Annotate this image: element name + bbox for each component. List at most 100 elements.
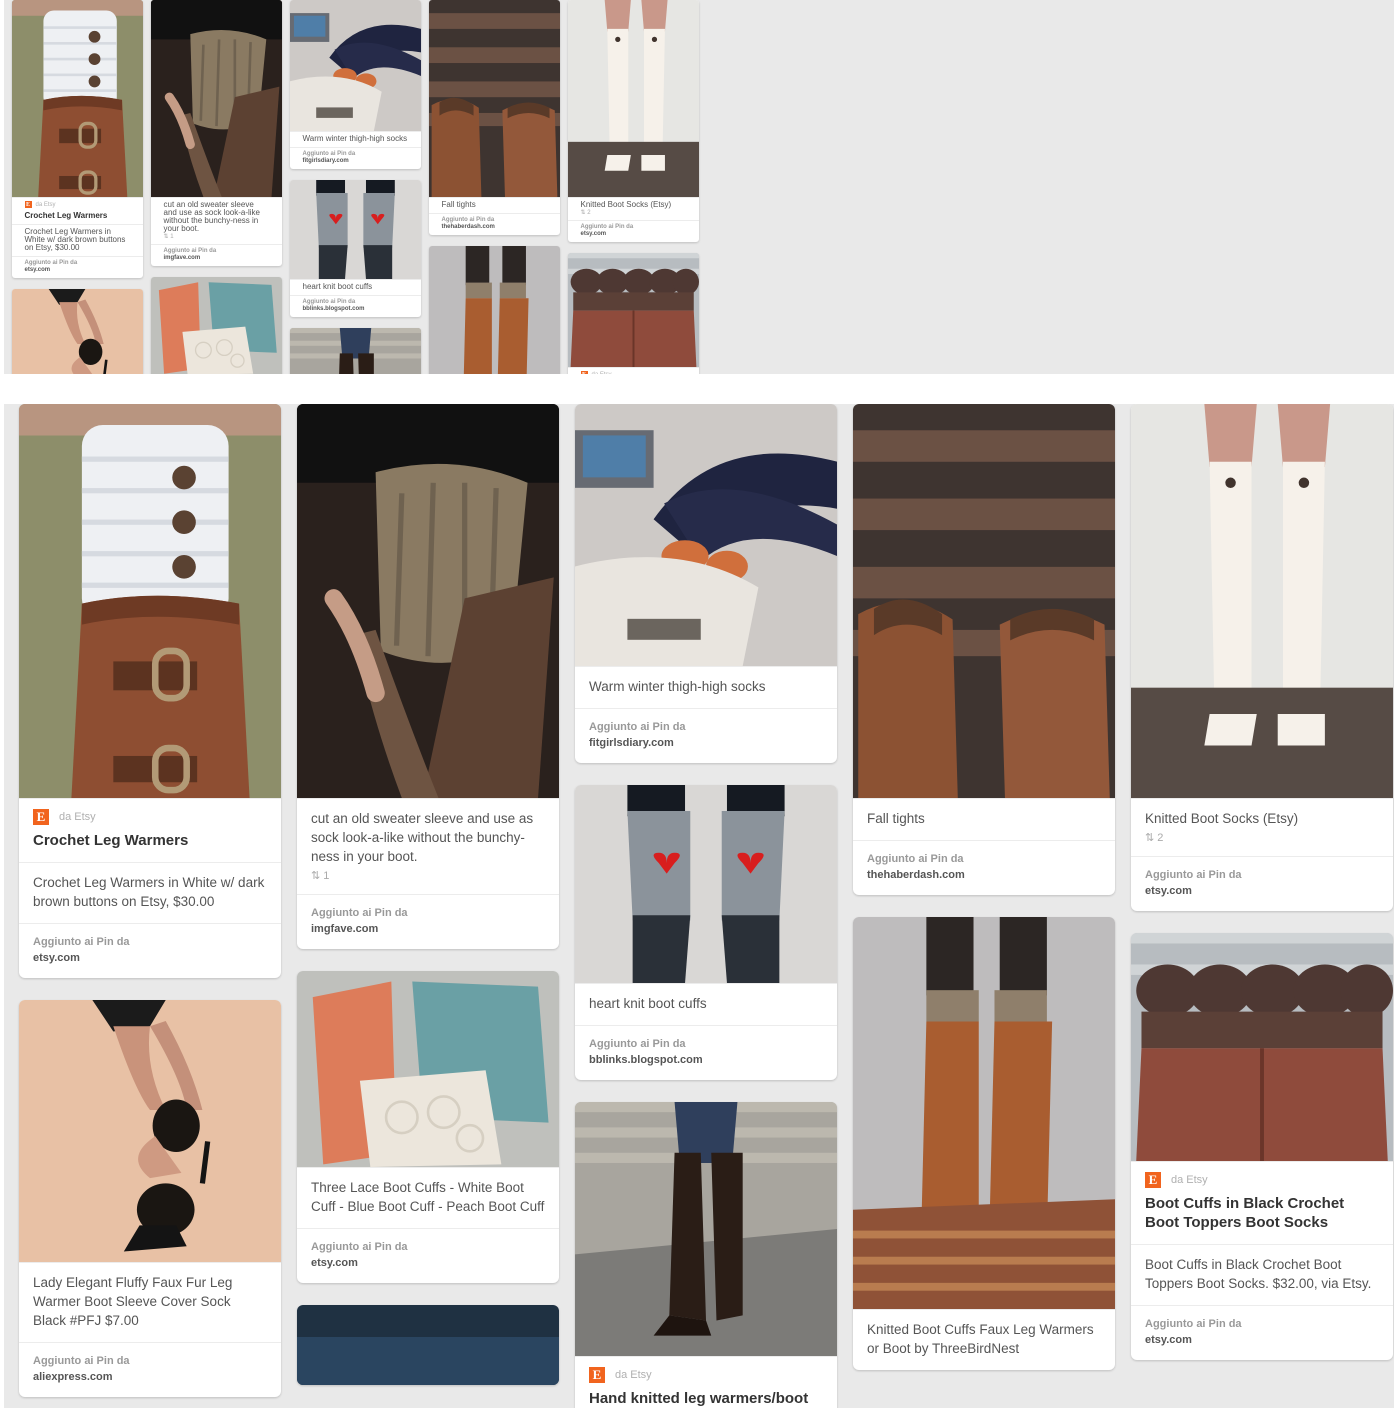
source-label[interactable]: da Etsy [59,811,96,823]
repin-count[interactable]: ⇅ 1 [164,233,269,240]
pin-image[interactable] [428,0,560,197]
etsy-e-icon: E [33,809,49,825]
pin-image[interactable] [19,1000,281,1262]
pin-card[interactable]: cut an old sweater sleeve and use as soc… [150,0,282,266]
pin-card[interactable]: Three Lace Boot Cuffs - White Boot Cuff … [150,277,282,374]
pin-description-section: Fall tights [428,197,560,213]
pin-image[interactable] [575,1102,837,1356]
source-row: Eda Etsy [580,371,686,375]
pin-description: Crochet Leg Warmers in White w/ dark bro… [33,875,265,909]
pin-card[interactable]: Knitted Boot Cuffs Faux Leg Warmers or B… [428,246,560,374]
pin-image[interactable] [575,404,837,666]
pin-column: Knitted Boot Socks (Etsy) ⇅ 2 Aggiunto ai … [1131,404,1393,1382]
pin-description-section: cut an old sweater sleeve and use as soc… [297,798,559,894]
pin-description-section: Fall tights [853,798,1115,840]
repin-count[interactable]: ⇅ 2 [581,209,686,216]
pin-image[interactable] [297,1305,559,1385]
pin-description: heart knit boot cuffs [589,996,707,1011]
source-domain[interactable]: imgfave.com [164,255,269,262]
repin-icon: ⇅ [1145,832,1158,844]
source-label[interactable]: da Etsy [592,372,612,375]
pin-card[interactable]: Eda EtsyHand knitted leg warmers/boot [289,328,421,374]
pin-image[interactable] [297,404,559,798]
pin-title[interactable]: Boot Cuffs in Black Crochet Boot Toppers… [1145,1194,1379,1232]
pin-image[interactable] [289,328,421,374]
pin-card[interactable]: Three Lace Boot Cuffs - White Boot Cuff … [297,971,559,1283]
pin-image[interactable] [853,404,1115,798]
repin-count[interactable]: ⇅ 1 [311,869,545,882]
pin-card[interactable]: Warm winter thigh-high socks Aggiunto ai … [575,404,837,763]
pin-description: Lady Elegant Fluffy Faux Fur Leg Warmer … [33,1275,233,1328]
pin-card[interactable]: Lady Elegant Fluffy Faux Fur Leg Warmer … [19,1000,281,1397]
source-domain[interactable]: fitgirlsdiary.com [303,158,408,165]
pin-card[interactable]: Fall tights Aggiunto ai Pin da thehaberdas… [428,0,560,235]
pin-description-section: heart knit boot cuffs [575,983,837,1025]
pin-description: cut an old sweater sleeve and use as soc… [163,200,261,233]
pin-card[interactable]: Warm winter thigh-high socks Aggiunto ai … [289,0,421,169]
pin-image[interactable] [150,0,282,197]
pin-image[interactable] [11,289,143,374]
pin-card[interactable]: Eda Etsy Crochet Leg Warmers Crochet Leg W… [19,404,281,978]
source-domain[interactable]: etsy.com [581,231,686,238]
pin-image[interactable] [853,917,1115,1309]
source-label[interactable]: da Etsy [1171,1174,1208,1186]
pin-title[interactable]: Crochet Leg Warmers [33,831,267,850]
source-domain[interactable]: etsy.com [25,267,130,274]
pin-description: Knitted Boot Socks (Etsy) [580,200,672,209]
pin-image[interactable] [1131,933,1393,1161]
pin-card[interactable]: Eda Etsy Crochet Leg Warmers Crochet Leg W… [11,0,143,278]
pin-card[interactable] [297,1305,559,1385]
pin-column: Warm winter thigh-high socks Aggiunto ai … [289,0,421,374]
source-domain[interactable]: fitgirlsdiary.com [589,735,823,751]
pin-board: Eda Etsy Crochet Leg Warmers Crochet Leg W… [4,404,1394,1408]
pin-card[interactable]: heart knit boot cuffs Aggiunto ai Pin da b… [575,785,837,1080]
pin-column: Eda Etsy Crochet Leg Warmers Crochet Leg W… [19,404,281,1408]
pin-card[interactable]: Knitted Boot Cuffs Faux Leg Warmers or B… [853,917,1115,1370]
pin-card[interactable]: Knitted Boot Socks (Etsy) ⇅ 2 Aggiunto ai … [567,0,699,242]
pin-image[interactable] [575,785,837,983]
pin-card[interactable]: Fall tights Aggiunto ai Pin da thehaberdas… [853,404,1115,895]
pin-title[interactable]: Hand knitted leg warmers/boot [589,1389,823,1408]
source-domain[interactable]: etsy.com [311,1255,545,1271]
pin-image[interactable] [567,253,699,367]
pin-description: Knitted Boot Socks (Etsy) [1145,811,1299,826]
pin-card[interactable]: Knitted Boot Socks (Etsy) ⇅ 2 Aggiunto ai … [1131,404,1393,911]
pin-title[interactable]: Crochet Leg Warmers [25,211,130,220]
source-domain[interactable]: etsy.com [33,950,267,966]
pin-card[interactable]: Eda EtsyBoot Cuffs in Black Crochet Boot… [567,253,699,375]
pin-card[interactable]: Lady Elegant Fluffy Faux Fur Leg Warmer … [11,289,143,374]
repin-count[interactable]: ⇅ 2 [1145,831,1379,844]
pin-attribution: Aggiunto ai Pin da etsy.com [11,256,143,278]
source-label[interactable]: da Etsy [615,1369,652,1381]
added-label: Aggiunto ai Pin da [1145,869,1242,881]
pin-image[interactable] [11,0,143,197]
source-domain[interactable]: etsy.com [1145,1332,1379,1348]
added-label: Aggiunto ai Pin da [302,151,356,157]
source-label[interactable]: da Etsy [36,202,56,208]
pin-image[interactable] [428,246,560,374]
pin-image[interactable] [19,404,281,798]
pin-image[interactable] [289,0,421,131]
source-domain[interactable]: etsy.com [1145,883,1379,899]
pin-card[interactable]: heart knit boot cuffs Aggiunto ai Pin da b… [289,180,421,317]
pin-attribution: Aggiunto ai Pin da imgfave.com [150,244,282,266]
source-domain[interactable]: thehaberdash.com [442,224,547,231]
pin-image[interactable] [567,0,699,197]
pin-attribution: Aggiunto ai Pin da etsy.com [19,923,281,978]
etsy-e-icon: E [24,201,32,208]
source-domain[interactable]: bblinks.blogspot.com [303,306,408,313]
pin-image[interactable] [289,180,421,279]
pin-image[interactable] [150,277,282,374]
pin-description-section: Three Lace Boot Cuffs - White Boot Cuff … [297,1167,559,1228]
pin-card[interactable]: Eda EtsyBoot Cuffs in Black Crochet Boot… [1131,933,1393,1360]
source-domain[interactable]: aliexpress.com [33,1369,267,1385]
pin-image[interactable] [297,971,559,1167]
pin-card[interactable]: cut an old sweater sleeve and use as soc… [297,404,559,949]
pin-card[interactable]: Eda EtsyHand knitted leg warmers/boot [575,1102,837,1408]
pin-column: Fall tights Aggiunto ai Pin da thehaberdas… [428,0,560,374]
source-domain[interactable]: thehaberdash.com [867,867,1101,883]
pin-image[interactable] [1131,404,1393,798]
source-domain[interactable]: bblinks.blogspot.com [589,1052,823,1068]
source-domain[interactable]: imgfave.com [311,921,545,937]
etsy-e-icon: E [580,371,588,374]
